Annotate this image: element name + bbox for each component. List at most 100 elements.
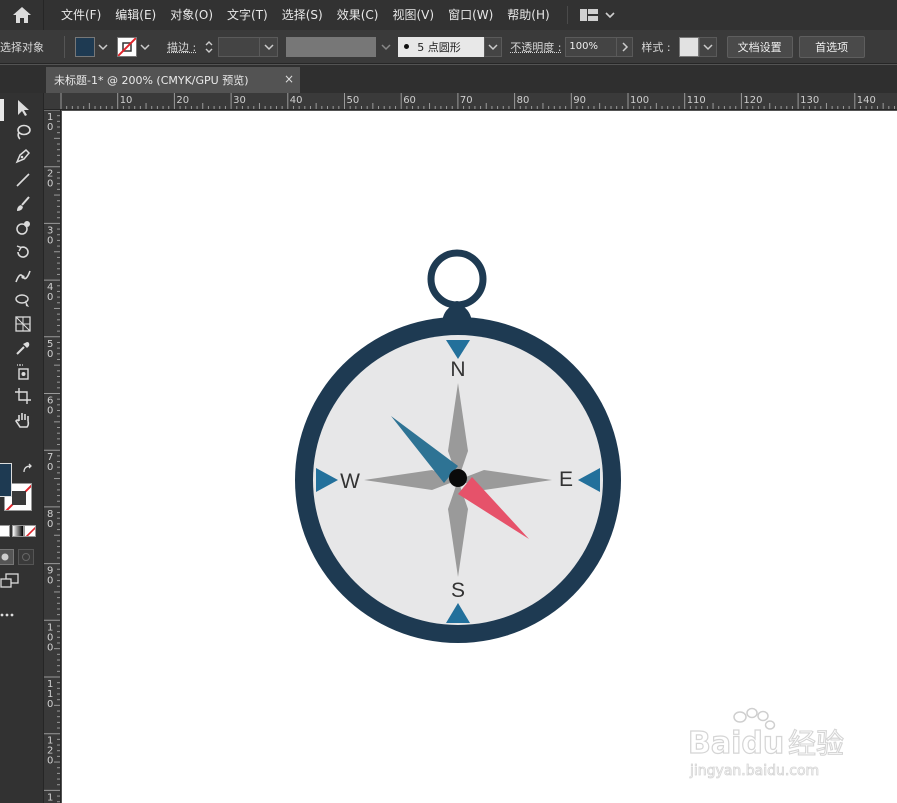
line-tool[interactable]	[12, 169, 34, 191]
symbol-sprayer-icon	[17, 364, 29, 380]
menu-bar: 文件(F) 编辑(E) 对象(O) 文字(T) 选择(S) 效果(C) 视图(V…	[0, 0, 897, 30]
artboard-canvas[interactable]: N S W E	[62, 111, 897, 803]
ruler-label: 50	[347, 95, 360, 106]
draw-behind-icon[interactable]	[18, 549, 34, 565]
opacity-label[interactable]: 不透明度 :	[510, 39, 561, 55]
ruler-label: 30	[233, 95, 246, 106]
gradient-mode-icon[interactable]	[12, 525, 24, 537]
direct-selection-tool[interactable]	[12, 97, 34, 119]
ruler-label: 100	[630, 95, 649, 106]
symbol-sprayer-tool[interactable]	[12, 361, 34, 383]
opacity-value: 100%	[569, 41, 598, 52]
artboard-tool[interactable]	[12, 385, 34, 407]
brush-dot-icon	[404, 44, 410, 49]
stroke-color-swatch[interactable]	[117, 36, 137, 57]
chevron-down-icon	[381, 43, 391, 50]
edit-toolbar-button[interactable]	[0, 607, 20, 617]
brush-definition[interactable]: 5 点圆形	[398, 36, 485, 57]
shaper-icon	[16, 221, 30, 235]
watermark-url: jingyan.baidu.com	[689, 763, 819, 779]
document-tab[interactable]: 未标题-1* @ 200% (CMYK/GPU 预览) ×	[46, 67, 300, 93]
stepper-arrows-icon	[205, 40, 213, 53]
document-tab-title: 未标题-1* @ 200% (CMYK/GPU 预览)	[54, 74, 249, 87]
ruler-label: 0	[47, 292, 53, 303]
selection-indicator	[0, 99, 4, 121]
screen-mode-button[interactable]	[0, 573, 24, 591]
style-label: 样式 :	[641, 40, 671, 54]
eyedropper-tool[interactable]	[12, 337, 34, 359]
profile-dropdown[interactable]	[378, 37, 394, 57]
style-dropdown[interactable]	[698, 36, 717, 57]
ruler-label: 120	[743, 95, 762, 106]
fill-color-swatch[interactable]	[75, 36, 95, 57]
chevron-down-icon	[703, 43, 713, 50]
menu-view[interactable]: 视图(V)	[385, 0, 441, 30]
menu-effect[interactable]: 效果(C)	[330, 0, 386, 30]
hand-icon	[15, 413, 30, 428]
none-mode-icon[interactable]	[24, 525, 36, 537]
stroke-dropdown[interactable]	[137, 37, 153, 57]
ruler-label: 110	[687, 95, 706, 106]
horizontal-ruler[interactable]: 10203040506070809010011012013014015	[44, 93, 897, 110]
menu-object[interactable]: 对象(O)	[163, 0, 220, 30]
workspace-switcher[interactable]	[566, 6, 616, 24]
puppet-warp-tool[interactable]	[12, 265, 34, 287]
shape-builder-tool[interactable]	[12, 289, 34, 311]
ruler-label: 40	[290, 95, 303, 106]
color-mode-icon[interactable]	[0, 525, 10, 537]
chevron-right-icon	[622, 41, 628, 52]
ruler-label: 80	[517, 95, 530, 106]
vertical-ruler[interactable]: 10203040506070809010011012013	[44, 110, 61, 803]
stroke-weight-stepper[interactable]	[202, 37, 216, 57]
document-setup-button[interactable]: 文档设置	[726, 35, 793, 58]
opacity-arrow[interactable]	[617, 36, 634, 57]
menu-select[interactable]: 选择(S)	[275, 0, 330, 30]
menu-edit[interactable]: 编辑(E)	[108, 0, 163, 30]
fill-stroke-widget[interactable]	[0, 461, 36, 513]
east-label: E	[559, 468, 573, 491]
ruler-label: 0	[47, 576, 53, 587]
paintbrush-icon	[17, 196, 30, 211]
control-bar: 选择对象 描边 : 5 点圆形 不透明度 : 100% 样式 : 文档设置 首选…	[0, 30, 897, 64]
color-mode-row	[0, 525, 36, 539]
stroke-weight-dropdown[interactable]	[260, 36, 279, 57]
home-button[interactable]	[0, 0, 44, 30]
compass-artwork[interactable]: N S W E	[62, 111, 897, 803]
rotate-tool[interactable]	[12, 241, 34, 263]
preferences-button[interactable]: 首选项	[798, 35, 865, 58]
ruler-label: 0	[47, 519, 53, 530]
swap-arrows-icon[interactable]	[22, 463, 34, 475]
fill-dropdown[interactable]	[95, 37, 111, 57]
ruler-label: 0	[47, 122, 53, 133]
hand-tool[interactable]	[12, 409, 34, 431]
ruler-label: 90	[573, 95, 586, 106]
perspective-grid-tool[interactable]	[12, 313, 34, 335]
ruler-label: 70	[460, 95, 473, 106]
south-label: S	[451, 579, 465, 602]
brush-value: 5 点圆形	[417, 40, 461, 54]
lasso-tool[interactable]	[12, 121, 34, 143]
ruler-label: 0	[47, 406, 53, 417]
menu-window[interactable]: 窗口(W)	[441, 0, 500, 30]
paintbrush-tool[interactable]	[12, 193, 34, 215]
ruler-label: 0	[47, 349, 53, 360]
chevron-down-icon	[605, 12, 615, 19]
stroke-weight-input[interactable]	[218, 36, 261, 57]
ruler-label: 130	[800, 95, 819, 106]
menu-type[interactable]: 文字(T)	[220, 0, 275, 30]
compass-loop-ring[interactable]	[427, 249, 487, 309]
variable-width-profile[interactable]	[286, 36, 377, 57]
opacity-input[interactable]: 100%	[565, 36, 618, 57]
close-icon[interactable]: ×	[284, 72, 294, 86]
fill-swatch-large[interactable]	[0, 463, 12, 497]
brush-dropdown[interactable]	[484, 36, 503, 57]
style-swatch[interactable]	[678, 36, 699, 57]
shaper-tool[interactable]	[12, 217, 34, 239]
menu-file[interactable]: 文件(F)	[54, 0, 108, 30]
needle-pivot	[449, 469, 467, 487]
ruler-label: 20	[176, 95, 189, 106]
pen-tool[interactable]	[12, 145, 34, 167]
ruler-label: 0	[47, 235, 53, 246]
draw-normal-icon[interactable]	[0, 549, 14, 565]
menu-help[interactable]: 帮助(H)	[500, 0, 556, 30]
